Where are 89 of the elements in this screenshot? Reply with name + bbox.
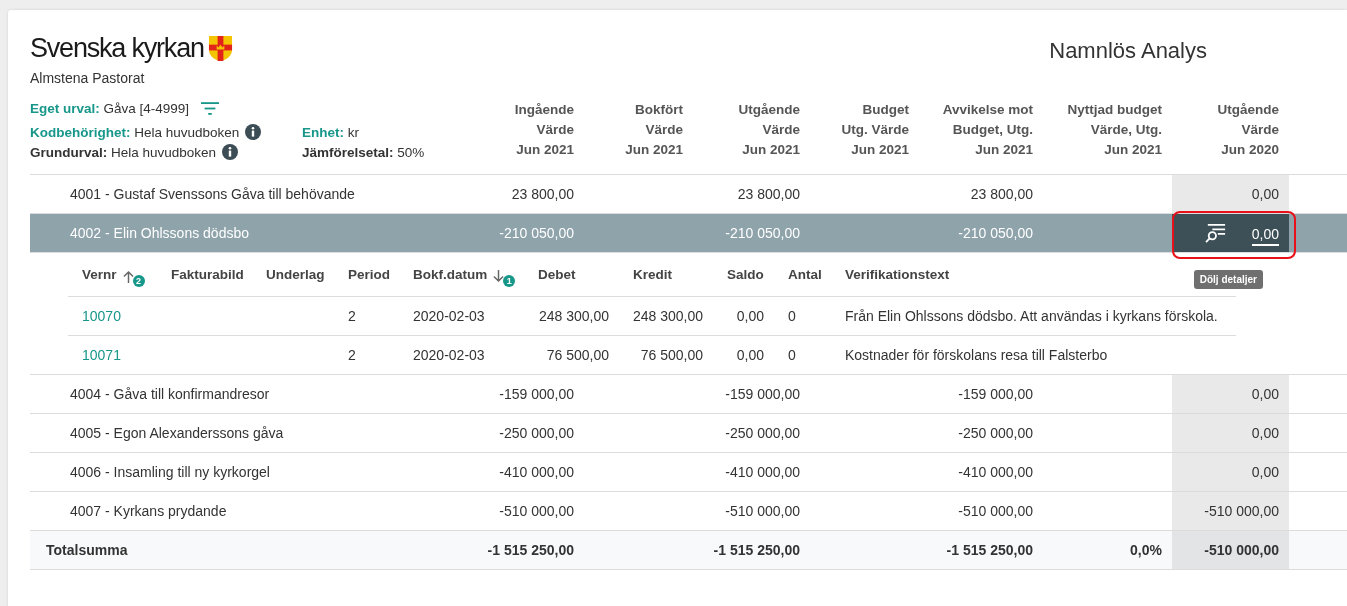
table-cell: -210 050,00 xyxy=(958,225,1033,241)
filter-label: Jämförelsetal: 50% xyxy=(302,144,425,160)
table-cell: 0,00 xyxy=(1251,425,1279,441)
sort-indicator[interactable]: 2 xyxy=(122,270,145,287)
table-cell: -250 000,00 xyxy=(958,425,1033,441)
cell-value-link[interactable]: 0,00 xyxy=(1251,226,1279,246)
column-header[interactable]: Bokf.datum xyxy=(413,267,488,282)
column-header[interactable]: Avvikelse mot Budget, Utg. Jun 2021 xyxy=(919,100,1043,174)
table-row[interactable]: 4006 - Insamling till ny kyrkorgel -410 000,00 -410 000,00 -410 000,00 0,00 xyxy=(30,453,1347,492)
info-icon[interactable] xyxy=(222,144,239,160)
table-cell: -410 000,00 xyxy=(499,464,574,480)
table-cell: -250 000,00 xyxy=(499,425,574,441)
column-header[interactable]: Saldo xyxy=(727,267,764,282)
table-cell: -510 000,00 xyxy=(958,503,1033,519)
table-cell: -1 515 250,00 xyxy=(946,542,1033,558)
filter-label: Kodbehörighet: Hela huvudboken xyxy=(30,124,240,140)
account-name: 4002 - Elin Ohlssons dödsbo xyxy=(69,225,250,241)
table-cell: 0,00 xyxy=(736,308,764,324)
table-cell: 248 300,00 xyxy=(632,308,703,324)
table-cell: 0 xyxy=(788,347,796,363)
table-cell: 2 xyxy=(348,347,356,363)
table-cell: -510 000,00 xyxy=(1204,542,1279,558)
table-cell: -410 000,00 xyxy=(958,464,1033,480)
column-header[interactable]: Period xyxy=(348,267,390,282)
table-cell: -410 000,00 xyxy=(725,464,800,480)
table-cell: 0,0% xyxy=(1130,542,1162,558)
column-header[interactable]: Vernr xyxy=(82,267,117,282)
column-header[interactable]: Utgående Värde Jun 2021 xyxy=(693,100,810,174)
table-cell: Kostnader för förskolans resa till Falsterbo xyxy=(845,347,1108,363)
account-name: 4001 - Gustaf Svenssons Gåva till behövande xyxy=(69,186,356,202)
table-cell: -510 000,00 xyxy=(499,503,574,519)
column-header[interactable]: Underlag xyxy=(266,267,325,282)
column-header[interactable]: Budget Utg. Värde Jun 2021 xyxy=(810,100,919,174)
column-header[interactable]: Ingående Värde Jun 2021 xyxy=(470,100,584,174)
table-cell: 2020-02-03 xyxy=(413,308,485,324)
table-cell: -1 515 250,00 xyxy=(713,542,800,558)
table-row[interactable]: 4004 - Gåva till konfirmandresor -159 000,00 -159 000,00 -159 000,00 0,00 xyxy=(30,375,1347,414)
column-header[interactable]: Bokfört Värde Jun 2021 xyxy=(584,100,693,174)
column-header[interactable]: Antal xyxy=(788,267,822,282)
tooltip: Dölj detaljer xyxy=(1193,270,1263,289)
column-header[interactable]: Debet xyxy=(538,267,576,282)
total-label: Totalsumma xyxy=(45,542,129,558)
filter-label: Grundurval: Hela huvudboken xyxy=(30,144,217,160)
column-header[interactable]: Kredit xyxy=(633,267,672,282)
account-name: 4004 - Gåva till konfirmandresor xyxy=(69,386,271,402)
table-row[interactable]: 4005 - Egon Alexanderssons gåva -250 000,00 -250 000,00 -250 000,00 0,00 xyxy=(30,414,1347,453)
table-cell: 0,00 xyxy=(1251,464,1279,480)
table-cell: -210 050,00 xyxy=(499,225,574,241)
shield-logo-icon xyxy=(207,34,233,62)
table-cell: 0,00 xyxy=(736,347,764,363)
table-row[interactable]: 4002 - Elin Ohlssons dödsbo -210 050,00 -210 050,00 -210 050,00 0,00 xyxy=(30,214,1347,253)
table-cell: 23 800,00 xyxy=(511,186,574,202)
logo-wordmark: Svenska kyrkan xyxy=(30,32,204,64)
report-title: Namnlös Analys xyxy=(1049,38,1207,65)
details-toggle-icon[interactable] xyxy=(1205,223,1227,243)
column-header[interactable]: Fakturabild xyxy=(171,267,244,282)
table-cell: 0 xyxy=(788,308,796,324)
table-cell: Från Elin Ohlssons dödsbo. Att användas i kyrkans förskola. xyxy=(845,308,1218,324)
info-icon[interactable] xyxy=(245,124,262,140)
table-cell: -510 000,00 xyxy=(1204,503,1279,519)
account-name: 4005 - Egon Alexanderssons gåva xyxy=(69,425,285,441)
table-cell: -510 000,00 xyxy=(725,503,800,519)
column-header[interactable]: Verifikationstext xyxy=(845,267,950,282)
column-header[interactable]: Nyttjad budget Värde, Utg. Jun 2021 xyxy=(1043,100,1172,174)
table-cell: 76 500,00 xyxy=(546,347,609,363)
table-cell: -159 000,00 xyxy=(499,386,574,402)
table-cell: -210 050,00 xyxy=(725,225,800,241)
account-name: 4006 - Insamling till ny kyrkorgel xyxy=(69,464,271,480)
organisation-name: Almstena Pastorat xyxy=(30,70,146,86)
selection-label: Eget urval: Gåva [4-4999] xyxy=(30,101,190,116)
table-cell: 23 800,00 xyxy=(970,186,1033,202)
table-cell: -1 515 250,00 xyxy=(487,542,574,558)
sort-indicator[interactable]: 1 xyxy=(493,270,516,287)
filter-icon[interactable] xyxy=(201,102,220,115)
filter-label: Enhet: kr xyxy=(302,124,359,140)
table-cell: -159 000,00 xyxy=(958,386,1033,402)
table-cell: -159 000,00 xyxy=(725,386,800,402)
table-cell: 2 xyxy=(348,308,356,324)
voucher-link[interactable]: 10071 xyxy=(82,347,121,363)
table-cell: 2020-02-03 xyxy=(413,347,485,363)
table-cell: 76 500,00 xyxy=(640,347,703,363)
column-header[interactable]: Utgående Värde Jun 2020 xyxy=(1172,100,1289,174)
account-name: 4007 - Kyrkans prydande xyxy=(69,503,228,519)
voucher-link[interactable]: 10070 xyxy=(82,308,121,324)
table-cell: 0,00 xyxy=(1251,386,1279,402)
table-cell: 0,00 xyxy=(1251,186,1279,202)
table-cell: -250 000,00 xyxy=(725,425,800,441)
table-cell: 248 300,00 xyxy=(538,308,609,324)
table-cell: 23 800,00 xyxy=(737,186,800,202)
